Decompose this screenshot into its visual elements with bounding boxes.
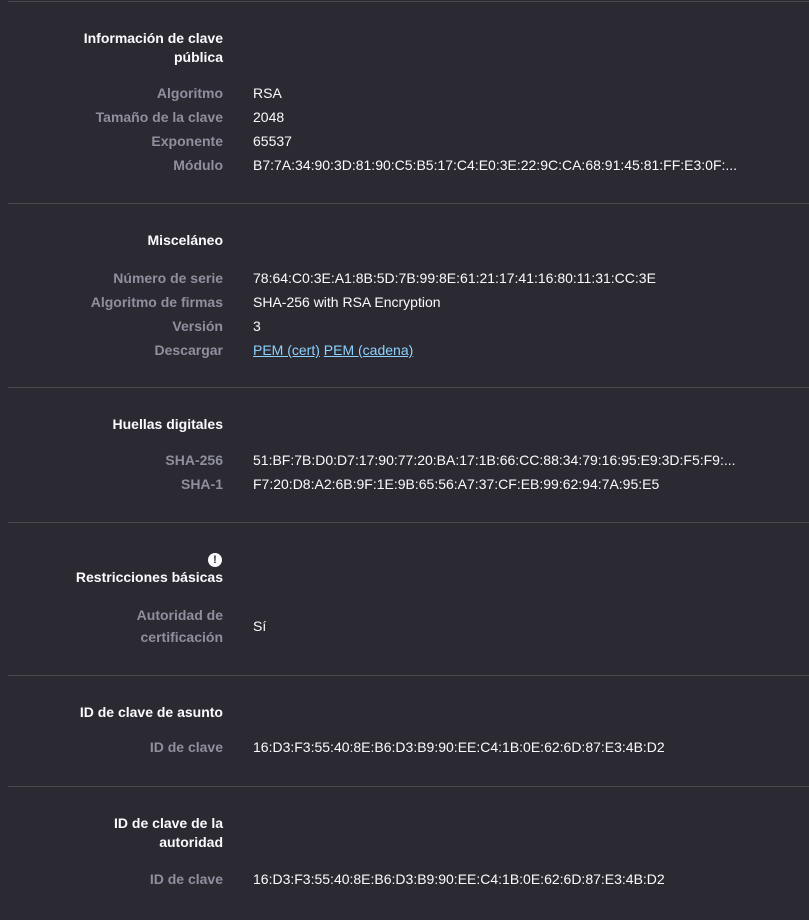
section-subject-key-id: ID de clave de asunto ID de clave 16:D3:… [8, 675, 809, 787]
pem-cert-link[interactable]: PEM (cert) [253, 342, 320, 358]
row-value: SHA-256 with RSA Encryption [253, 294, 441, 310]
row-key-id: ID de clave 16:D3:F3:55:40:8E:B6:D3:B9:9… [8, 735, 809, 759]
section-title: Misceláneo [147, 232, 223, 248]
row-label: SHA-256 [165, 452, 223, 468]
row-key-id: ID de clave 16:D3:F3:55:40:8E:B6:D3:B9:9… [8, 867, 809, 891]
row-value: 16:D3:F3:55:40:8E:B6:D3:B9:90:EE:C4:1B:0… [253, 871, 665, 887]
row-value: 2048 [253, 109, 285, 125]
row-label: ID de clave [149, 739, 223, 755]
section-authority-key-id: ID de clave de la autoridad ID de clave … [8, 786, 809, 920]
row-value[interactable]: B7:7A:34:90:3D:81:90:C5:B5:17:C4:E0:3E:2… [253, 153, 783, 177]
row-label: Número de serie [113, 270, 223, 286]
section-title: Información de clave pública [83, 30, 223, 65]
row-version: Versión 3 [8, 314, 809, 338]
row-label: SHA-1 [180, 476, 223, 492]
row-modulus: Módulo B7:7A:34:90:3D:81:90:C5:B5:17:C4:… [8, 153, 809, 177]
row-sha1: SHA-1 F7:20:D8:A2:6B:9F:1E:9B:65:56:A7:3… [8, 472, 809, 496]
section-misc: Misceláneo Número de serie 78:64:C0:3E:A… [8, 203, 809, 388]
section-title: ID de clave de asunto [79, 704, 223, 720]
section-fingerprints: Huellas digitales SHA-256 51:BF:7B:D0:D7… [8, 387, 809, 523]
row-value: Sí [253, 618, 267, 634]
row-label: ID de clave [149, 871, 223, 887]
row-value: RSA [253, 85, 282, 101]
row-value[interactable]: 51:BF:7B:D0:D7:17:90:77:20:BA:17:1B:66:C… [253, 448, 783, 472]
row-label: Descargar [154, 342, 224, 358]
row-label: Algoritmo [156, 85, 223, 101]
pem-chain-link[interactable]: PEM (cadena) [324, 342, 413, 358]
section-basic-constraints: ! Restricciones básicas Autoridad de cer… [8, 522, 809, 676]
row-value: 16:D3:F3:55:40:8E:B6:D3:B9:90:EE:C4:1B:0… [253, 739, 665, 755]
row-value: F7:20:D8:A2:6B:9F:1E:9B:65:56:A7:37:CF:E… [253, 476, 660, 492]
row-value: 3 [253, 318, 261, 334]
row-sha256: SHA-256 51:BF:7B:D0:D7:17:90:77:20:BA:17… [8, 448, 809, 472]
row-download: Descargar PEM (cert) PEM (cadena) [8, 338, 809, 362]
section-title: ID de clave de la autoridad [114, 815, 223, 850]
row-value: 65537 [253, 133, 292, 149]
row-algorithm: Algoritmo RSA [8, 81, 809, 105]
row-signature-algorithm: Algoritmo de firmas SHA-256 with RSA Enc… [8, 290, 809, 314]
critical-icon: ! [208, 553, 222, 567]
download-links: PEM (cert) PEM (cadena) [253, 338, 783, 362]
row-label: Autoridad de certificación [136, 607, 223, 645]
certificate-viewer: Información de clave pública Algoritmo R… [0, 0, 809, 920]
section-public-key-info: Información de clave pública Algoritmo R… [8, 1, 809, 204]
row-serial-number: Número de serie 78:64:C0:3E:A1:8B:5D:7B:… [8, 266, 809, 290]
section-title: Huellas digitales [112, 416, 223, 432]
row-key-size: Tamaño de la clave 2048 [8, 105, 809, 129]
row-label: Versión [172, 318, 223, 334]
row-label: Módulo [173, 157, 223, 173]
row-value: 78:64:C0:3E:A1:8B:5D:7B:99:8E:61:21:17:4… [253, 270, 656, 286]
row-label: Exponente [151, 133, 223, 149]
row-label: Tamaño de la clave [95, 109, 223, 125]
row-label: Algoritmo de firmas [90, 294, 223, 310]
section-title: Restricciones básicas [75, 569, 223, 585]
row-exponent: Exponente 65537 [8, 129, 809, 153]
